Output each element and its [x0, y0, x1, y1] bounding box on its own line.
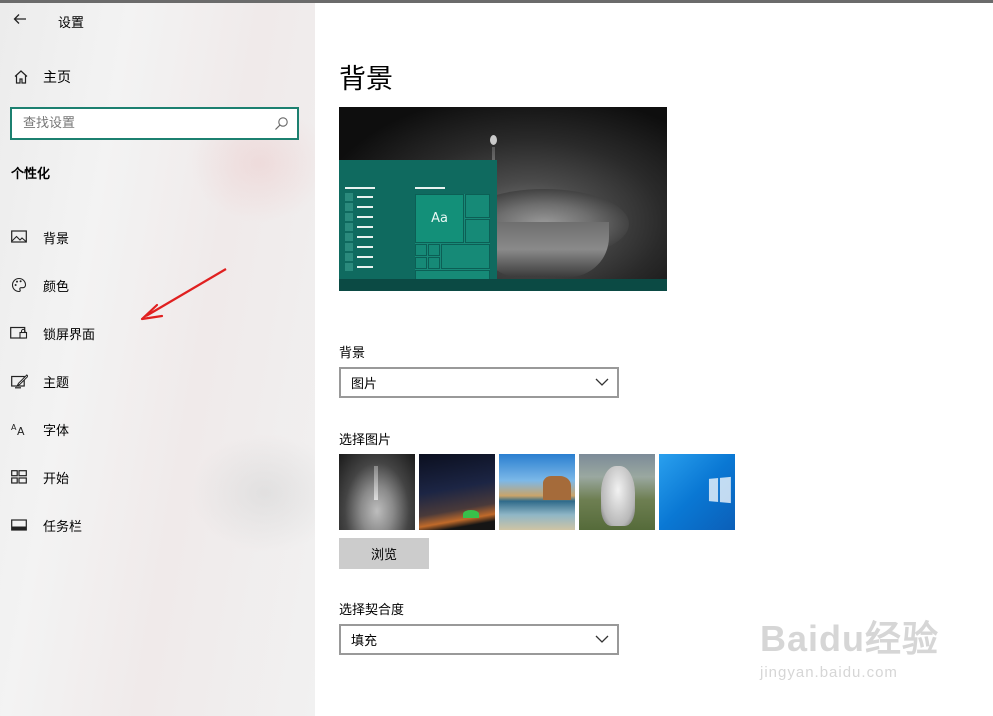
- picture-thumbnails: [339, 454, 735, 530]
- sidebar-item-themes[interactable]: 主题: [0, 357, 315, 405]
- thumbnail-windows-logo[interactable]: [659, 454, 735, 530]
- chevron-down-icon: [595, 378, 609, 386]
- sidebar-item-label: 任务栏: [43, 519, 83, 535]
- sidebar-item-label: 主题: [43, 375, 70, 391]
- sidebar-item-label: 背景: [43, 231, 70, 247]
- back-button[interactable]: [8, 7, 32, 31]
- annotation-arrow-icon: [140, 268, 227, 321]
- svg-text:A: A: [17, 425, 25, 436]
- palette-icon: [9, 277, 29, 293]
- background-type-dropdown[interactable]: 图片: [339, 367, 619, 398]
- sidebar-item-label: 字体: [43, 423, 70, 439]
- search-icon[interactable]: [274, 116, 289, 135]
- theme-icon: [9, 373, 29, 389]
- start-icon: [9, 470, 29, 484]
- picture-icon: [9, 230, 29, 244]
- thumbnail-night-sky[interactable]: [419, 454, 495, 530]
- sidebar-item-label: 开始: [43, 471, 70, 487]
- dropdown-value: 填充: [351, 634, 378, 649]
- tile-aa-label: Aa: [415, 194, 464, 243]
- lock-screen-icon: [9, 326, 29, 340]
- section-title: 个性化: [11, 167, 51, 182]
- sidebar-item-label: 主页: [43, 70, 71, 86]
- page-title: 背景: [339, 64, 393, 95]
- watermark-brand: Baidu经验: [760, 618, 940, 659]
- dropdown-value: 图片: [351, 377, 378, 392]
- sidebar-item-background[interactable]: 背景: [0, 213, 315, 261]
- search-input[interactable]: [23, 116, 263, 131]
- start-menu-preview: Aa: [339, 160, 497, 280]
- watermark-url: jingyan.baidu.com: [760, 664, 898, 681]
- sidebar: 设置 主页 个性化 背景 颜色 锁屏界面: [0, 3, 340, 716]
- chevron-down-icon: [595, 635, 609, 643]
- browse-button[interactable]: 浏览: [339, 538, 429, 569]
- thumbnail-white-horse[interactable]: [579, 454, 655, 530]
- thumbnail-beach-rock[interactable]: [499, 454, 575, 530]
- app-title: 设置: [58, 16, 85, 31]
- taskbar-preview: [339, 279, 667, 291]
- font-icon: AA: [9, 422, 29, 436]
- sidebar-item-fonts[interactable]: AA 字体: [0, 405, 315, 453]
- taskbar-icon: [9, 519, 29, 531]
- background-label: 背景: [339, 346, 366, 361]
- sidebar-item-label: 锁屏界面: [43, 327, 96, 343]
- back-arrow-icon: [13, 14, 26, 24]
- thumbnail-water-drop[interactable]: [339, 454, 415, 530]
- choose-picture-label: 选择图片: [339, 433, 392, 448]
- sidebar-item-taskbar[interactable]: 任务栏: [0, 501, 315, 549]
- sidebar-item-home[interactable]: 主页: [0, 61, 315, 93]
- fit-label: 选择契合度: [339, 603, 405, 618]
- search-box[interactable]: [10, 107, 299, 140]
- sidebar-nav: 背景 颜色 锁屏界面 主题 AA 字体 开始 任务栏: [0, 213, 315, 549]
- fit-dropdown[interactable]: 填充: [339, 624, 619, 655]
- watermark: Baidu经验 jingyan.baidu.com: [760, 610, 939, 681]
- sidebar-item-label: 颜色: [43, 279, 70, 295]
- home-icon: [11, 69, 31, 85]
- sidebar-item-start[interactable]: 开始: [0, 453, 315, 501]
- background-preview: Aa: [339, 107, 667, 291]
